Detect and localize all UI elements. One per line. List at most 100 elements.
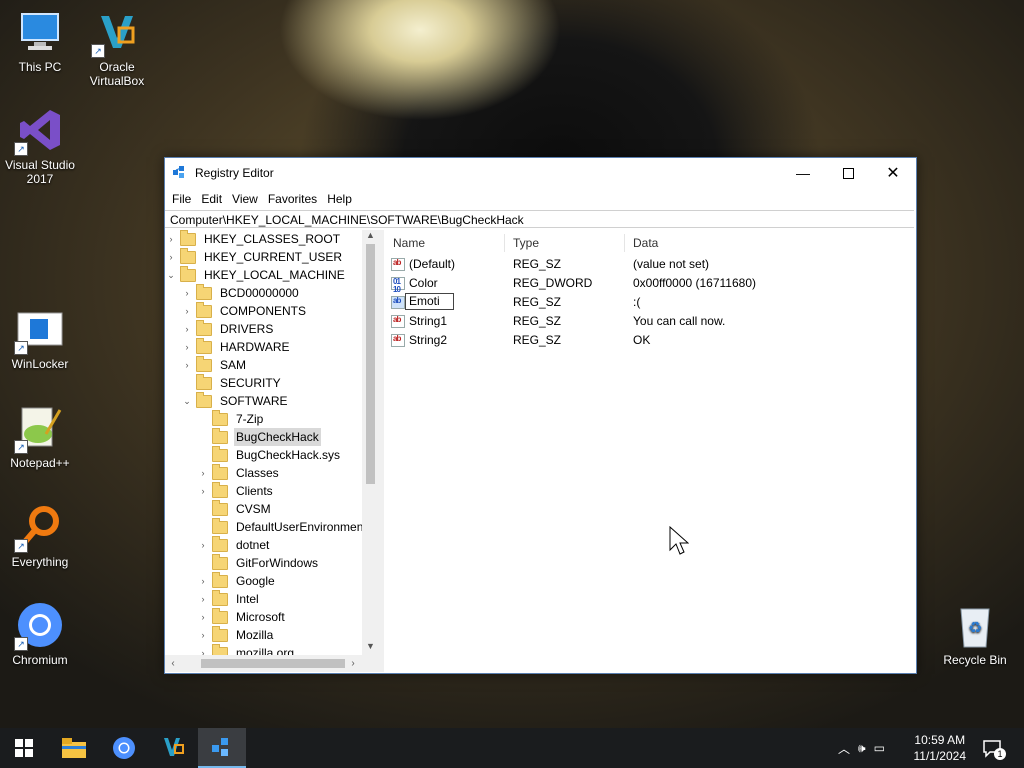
desktop-icon-visual-studio[interactable]: ↗ Visual Studio 2017 xyxy=(0,106,80,186)
desktop-icon-winlocker[interactable]: ↗ WinLocker xyxy=(0,305,80,371)
binary-value-icon: 01 10 xyxy=(391,277,405,294)
window-title: Registry Editor xyxy=(195,166,274,180)
tree-item[interactable]: › Clients xyxy=(197,481,275,500)
tree-item[interactable]: › SAM xyxy=(181,355,248,374)
address-bar[interactable]: Computer\HKEY_LOCAL_MACHINE\SOFTWARE\Bug… xyxy=(165,210,914,228)
value-row[interactable]: ab (Default) REG_SZ (value not set) xyxy=(385,255,914,274)
expand-chevron-icon[interactable]: › xyxy=(165,248,177,266)
desktop-icon-recycle-bin[interactable]: ♻ Recycle Bin xyxy=(935,601,1015,667)
scroll-up-icon[interactable]: ▲ xyxy=(362,230,379,244)
desktop-icon-this-pc[interactable]: This PC xyxy=(0,8,80,74)
pane-splitter[interactable] xyxy=(379,230,384,672)
expand-chevron-icon[interactable]: › xyxy=(197,626,209,644)
tree-item[interactable]: › COMPONENTS xyxy=(181,301,308,320)
tree-item-selected[interactable]: BugCheckHack xyxy=(197,427,321,446)
network-icon[interactable]: ▭ xyxy=(874,741,885,755)
expand-chevron-icon[interactable]: › xyxy=(181,320,193,338)
menu-help[interactable]: Help xyxy=(322,192,357,206)
menu-file[interactable]: File xyxy=(167,192,196,206)
expand-chevron-icon[interactable]: › xyxy=(165,230,177,248)
tree-item[interactable]: › BCD00000000 xyxy=(181,283,301,302)
scroll-left-icon[interactable]: ‹ xyxy=(165,655,181,672)
clock[interactable]: 10:59 AM 11/1/2024 xyxy=(914,732,967,764)
expand-chevron-icon[interactable]: › xyxy=(197,590,209,608)
action-center-button[interactable]: 1 xyxy=(982,738,1006,760)
tree-item-label: SOFTWARE xyxy=(220,394,288,408)
title-bar[interactable]: Registry Editor — ✕ xyxy=(165,158,916,188)
desktop-icon-notepadpp[interactable]: ↗ Notepad++ xyxy=(0,404,80,470)
chevron-up-icon[interactable]: ︿ xyxy=(838,740,850,757)
column-header-data[interactable]: Data xyxy=(625,234,914,252)
taskbar-chromium[interactable] xyxy=(100,728,148,768)
tree-item[interactable]: › Mozilla xyxy=(197,625,275,644)
desktop-icon-everything[interactable]: ↗ Everything xyxy=(0,503,80,569)
taskbar-registry-editor[interactable] xyxy=(198,728,246,768)
expand-chevron-icon[interactable]: › xyxy=(181,284,193,302)
scroll-down-icon[interactable]: ▼ xyxy=(362,641,379,655)
desktop-icon-label: Visual Studio 2017 xyxy=(5,158,75,186)
tree-item-label: Classes xyxy=(236,466,279,480)
tree-item-label: dotnet xyxy=(236,538,270,552)
tree-item[interactable]: › HARDWARE xyxy=(181,337,292,356)
start-button[interactable] xyxy=(0,728,48,768)
maximize-button[interactable] xyxy=(825,158,871,188)
minimize-button[interactable]: — xyxy=(780,158,826,188)
tree-item[interactable]: › dotnet xyxy=(197,535,271,554)
tree-item[interactable]: › Intel xyxy=(197,589,261,608)
expand-chevron-icon[interactable]: › xyxy=(197,482,209,500)
desktop-icon-label: This PC xyxy=(18,60,62,74)
taskbar-file-explorer[interactable] xyxy=(50,728,98,768)
tree-item[interactable]: GitForWindows xyxy=(197,553,320,572)
expand-chevron-icon[interactable]: › xyxy=(181,338,193,356)
folder-icon xyxy=(180,230,196,246)
value-row[interactable]: 01 10 Color REG_DWORD 0x00ff0000 (1671168… xyxy=(385,274,914,294)
scroll-right-icon[interactable]: › xyxy=(345,655,361,672)
expand-chevron-icon[interactable]: › xyxy=(197,608,209,626)
tree-item[interactable]: › Classes xyxy=(197,463,281,482)
menu-favorites[interactable]: Favorites xyxy=(263,192,322,206)
tree-item[interactable]: ⌄ SOFTWARE xyxy=(181,391,290,410)
folder-icon xyxy=(212,517,228,534)
expand-chevron-icon[interactable]: › xyxy=(181,356,193,374)
tree-item-label: HKEY_CLASSES_ROOT xyxy=(204,232,341,246)
volume-icon[interactable]: 🕪 xyxy=(858,741,866,756)
regedit-icon xyxy=(212,738,228,756)
tree-item[interactable]: BugCheckHack.sys xyxy=(197,445,342,464)
desktop-icon-virtualbox[interactable]: ↗ Oracle VirtualBox xyxy=(77,8,157,88)
collapse-chevron-icon[interactable]: ⌄ xyxy=(165,266,177,284)
expand-chevron-icon[interactable]: › xyxy=(197,464,209,482)
tree-item[interactable]: CVSM xyxy=(197,499,273,518)
value-row-renaming[interactable]: ab Emoti REG_SZ :( xyxy=(385,293,914,312)
scroll-thumb[interactable] xyxy=(366,244,375,484)
collapse-chevron-icon[interactable]: ⌄ xyxy=(181,392,193,410)
menu-edit[interactable]: Edit xyxy=(196,192,227,206)
tree-item[interactable]: 7-Zip xyxy=(197,409,265,428)
value-row[interactable]: ab String1 REG_SZ You can call now. xyxy=(385,312,914,331)
tree-item[interactable]: › Google xyxy=(197,571,277,590)
tree-horizontal-scrollbar[interactable]: ‹ › xyxy=(165,655,379,672)
column-header-type[interactable]: Type xyxy=(505,234,625,252)
menu-view[interactable]: View xyxy=(227,192,263,206)
tree-item[interactable]: › HKEY_CURRENT_USER xyxy=(165,247,344,266)
taskbar-virtualbox[interactable] xyxy=(150,728,198,768)
tree-vertical-scrollbar[interactable]: ▲ ▼ xyxy=(362,230,379,655)
folder-icon xyxy=(180,247,196,264)
scroll-thumb[interactable] xyxy=(201,659,345,668)
tree-item[interactable]: SECURITY xyxy=(181,373,283,392)
tree-item[interactable]: DefaultUserEnvironment xyxy=(197,517,369,536)
tree-item[interactable]: ⌄ HKEY_LOCAL_MACHINE xyxy=(165,265,347,284)
tree-item[interactable]: › DRIVERS xyxy=(181,319,275,338)
expand-chevron-icon[interactable]: › xyxy=(197,536,209,554)
tree-item[interactable]: › HKEY_CLASSES_ROOT xyxy=(165,230,342,248)
expand-chevron-icon[interactable]: › xyxy=(197,572,209,590)
desktop-icon-chromium[interactable]: ↗ Chromium xyxy=(0,601,80,667)
folder-icon xyxy=(212,409,228,426)
tree-item[interactable]: › Microsoft xyxy=(197,607,287,626)
close-button[interactable]: ✕ xyxy=(870,158,916,188)
ab-string-icon: ab xyxy=(391,315,405,328)
expand-chevron-icon[interactable]: › xyxy=(181,302,193,320)
column-header-name[interactable]: Name xyxy=(385,234,505,252)
value-row[interactable]: ab String2 REG_SZ OK xyxy=(385,331,914,350)
rename-input[interactable]: Emoti xyxy=(405,293,454,310)
binary-value-icon: ab xyxy=(391,296,405,309)
